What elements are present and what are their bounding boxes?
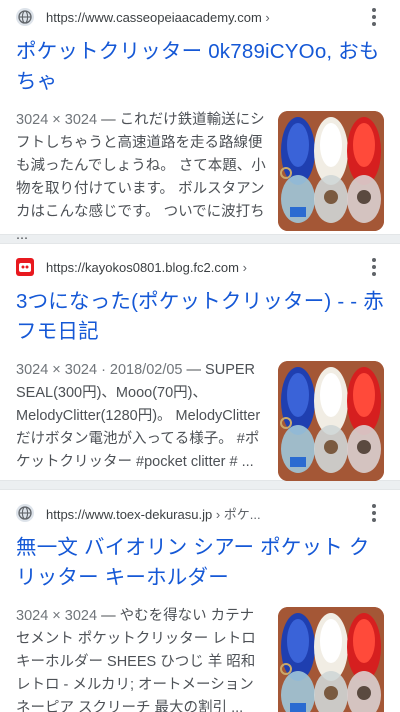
result-url: https://www.toex-dekurasu.jp › ポケ... xyxy=(46,506,261,522)
more-options-icon[interactable] xyxy=(364,501,384,525)
result-source[interactable]: https://www.toex-dekurasu.jp › ポケ... xyxy=(16,498,384,528)
more-options-icon[interactable] xyxy=(364,5,384,29)
result-title[interactable]: 3つになった(ポケットクリッター) - - 赤フモ日記 xyxy=(16,287,384,347)
result-thumbnail[interactable] xyxy=(278,111,384,231)
search-result: https://www.toex-dekurasu.jp › ポケ... 無一文… xyxy=(0,490,400,712)
result-snippet: 3024 × 3024 — やむを得ない カテナセメント ポケットクリッター レ… xyxy=(16,608,256,712)
search-result: https://www.casseopeiaacademy.com › ポケット… xyxy=(0,0,400,243)
result-thumbnail[interactable] xyxy=(278,361,384,481)
red-square-icon xyxy=(16,258,34,276)
result-snippet: 3024 × 3024 — これだけ鉄道輸送にシフトしちゃうと高速道路を走る路線… xyxy=(16,112,266,243)
result-source[interactable]: https://kayokos0801.blog.fc2.com › xyxy=(16,252,384,282)
more-options-icon[interactable] xyxy=(364,255,384,279)
globe-icon xyxy=(16,8,34,26)
result-separator xyxy=(0,480,400,490)
result-title[interactable]: ポケットクリッター 0k789iCYOo, おもちゃ xyxy=(16,37,384,97)
result-thumbnail[interactable] xyxy=(278,607,384,712)
result-source[interactable]: https://www.casseopeiaacademy.com › xyxy=(16,2,384,32)
result-snippet: 3024 × 3024 · 2018/02/05 — SUPER SEAL(30… xyxy=(16,362,261,470)
result-title[interactable]: 無一文 バイオリン シアー ポケット クリッター キーホルダー xyxy=(16,533,384,593)
search-result: https://kayokos0801.blog.fc2.com › 3つになっ… xyxy=(0,244,400,481)
result-url: https://www.casseopeiaacademy.com › xyxy=(46,9,270,25)
result-url: https://kayokos0801.blog.fc2.com › xyxy=(46,259,247,275)
globe-icon xyxy=(16,504,34,522)
